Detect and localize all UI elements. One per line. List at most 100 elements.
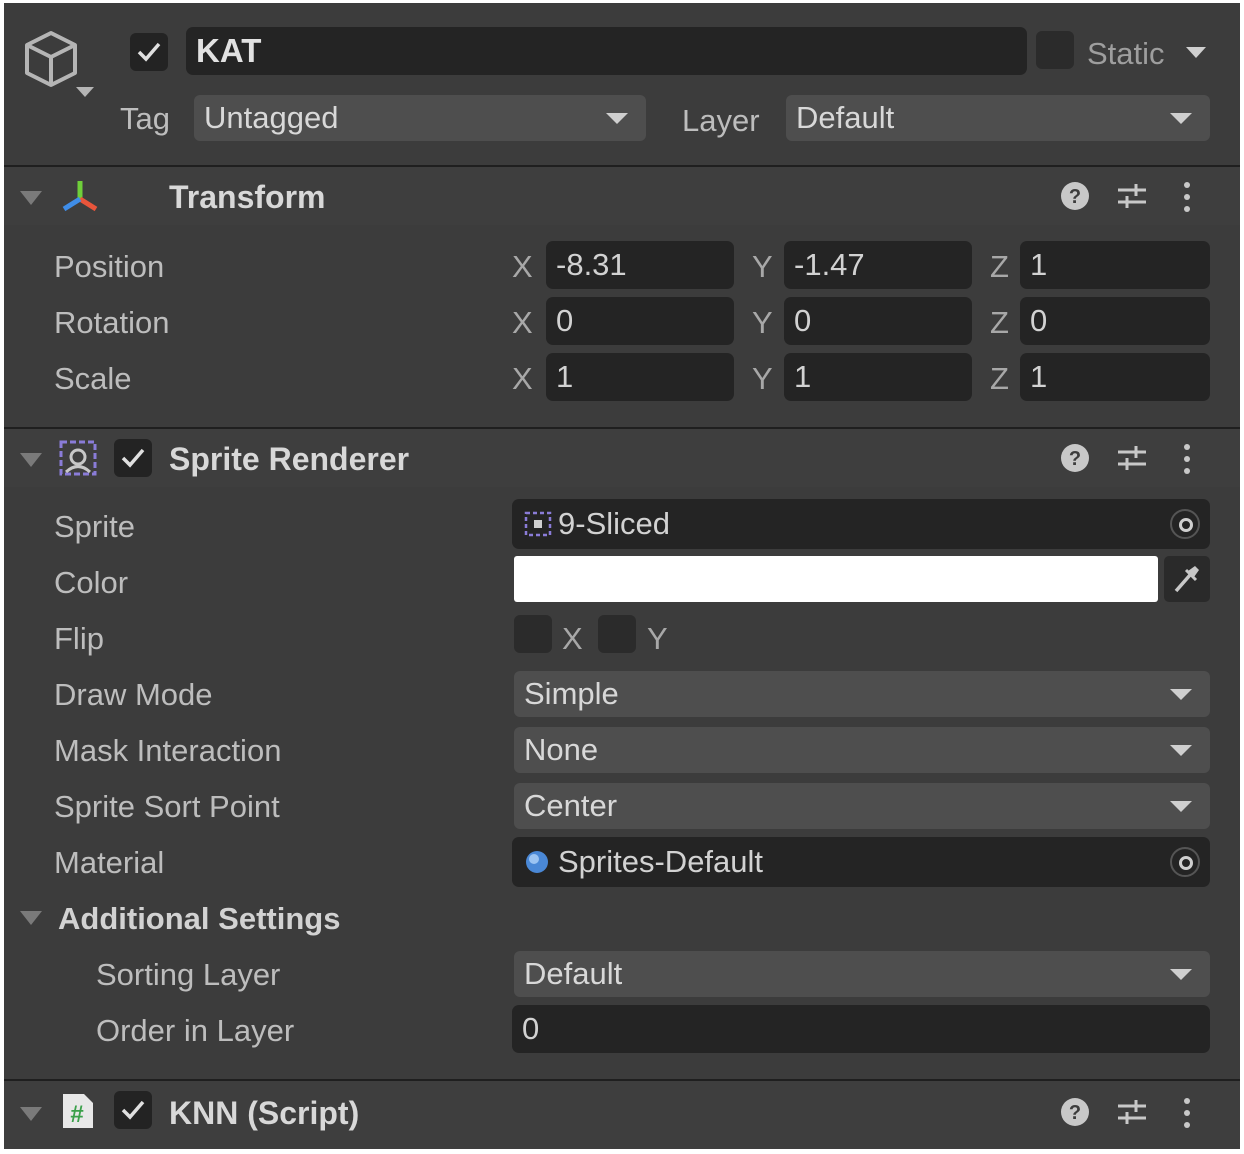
help-icon[interactable]: ?	[1060, 1097, 1090, 1127]
knn-script-header[interactable]: # KNN (Script) ?	[4, 1079, 1240, 1149]
knn-header-icons: ?	[1060, 1095, 1200, 1129]
scale-z-value: 1	[1030, 359, 1048, 394]
position-z-axis[interactable]: Z	[990, 251, 1009, 282]
sorting-layer-label: Sorting Layer	[96, 957, 281, 992]
order-in-layer-label: Order in Layer	[96, 1013, 295, 1048]
name-value: KAT	[196, 32, 262, 69]
sprite-sort-point-label: Sprite Sort Point	[54, 789, 280, 824]
chevron-down-icon	[1170, 113, 1192, 124]
material-sphere-icon	[526, 851, 548, 873]
help-icon[interactable]: ?	[1060, 443, 1090, 473]
color-swatch[interactable]	[514, 556, 1158, 602]
flip-x-label: X	[562, 621, 583, 656]
cube-icon[interactable]	[22, 29, 84, 91]
rotation-y-value: 0	[794, 303, 812, 338]
layer-label: Layer	[682, 103, 760, 138]
rotation-y-field[interactable]: 0	[784, 297, 972, 345]
scale-z-axis[interactable]: Z	[990, 363, 1009, 394]
order-in-layer-field[interactable]: 0	[512, 1005, 1210, 1053]
flip-y-label: Y	[647, 621, 668, 656]
draw-mode-value: Simple	[524, 676, 619, 711]
transform-header[interactable]: Transform ?	[4, 165, 1240, 225]
material-field[interactable]: Sprites-Default	[512, 837, 1210, 887]
static-dropdown-caret[interactable]	[1186, 47, 1206, 58]
inspector-panel: KAT Static Tag Untagged Layer Default Tr…	[4, 3, 1240, 1149]
position-y-value: -1.47	[794, 247, 865, 282]
object-picker-icon[interactable]	[1170, 509, 1200, 539]
eyedropper-button[interactable]	[1164, 556, 1210, 602]
rotation-x-field[interactable]: 0	[546, 297, 734, 345]
position-z-field[interactable]: 1	[1020, 241, 1210, 289]
svg-text:?: ?	[1069, 186, 1081, 208]
material-value: Sprites-Default	[558, 844, 764, 879]
draw-mode-dropdown[interactable]: Simple	[514, 671, 1210, 717]
scale-x-axis[interactable]: X	[512, 363, 533, 394]
sprite-label: Sprite	[54, 509, 135, 544]
scale-x-field[interactable]: 1	[546, 353, 734, 401]
sprite-renderer-header[interactable]: Sprite Renderer ?	[4, 427, 1240, 487]
flip-x-checkbox[interactable]	[514, 615, 552, 653]
mask-interaction-dropdown[interactable]: None	[514, 727, 1210, 773]
position-x-field[interactable]: -8.31	[546, 241, 734, 289]
help-icon[interactable]: ?	[1060, 181, 1090, 211]
scale-y-axis[interactable]: Y	[752, 363, 773, 394]
knn-enabled-checkbox[interactable]	[114, 1091, 152, 1129]
chevron-down-icon	[1170, 969, 1192, 980]
name-field[interactable]: KAT	[186, 27, 1027, 75]
mask-interaction-value: None	[524, 732, 599, 767]
material-label: Material	[54, 845, 165, 880]
presets-icon[interactable]	[1116, 443, 1148, 473]
knn-script-title: KNN (Script)	[169, 1095, 360, 1131]
rotation-z-axis[interactable]: Z	[990, 307, 1009, 338]
scale-z-field[interactable]: 1	[1020, 353, 1210, 401]
position-label: Position	[54, 249, 165, 284]
foldout-arrow-icon[interactable]	[20, 453, 42, 467]
static-label[interactable]: Static	[1087, 38, 1165, 69]
foldout-arrow-icon[interactable]	[20, 191, 42, 205]
static-checkbox[interactable]	[1036, 31, 1074, 69]
position-y-field[interactable]: -1.47	[784, 241, 972, 289]
sprite-field[interactable]: 9-Sliced	[512, 499, 1210, 549]
scale-x-value: 1	[556, 359, 574, 394]
kebab-menu-icon[interactable]	[1182, 443, 1192, 475]
scale-y-value: 1	[794, 359, 812, 394]
flip-label: Flip	[54, 621, 104, 656]
svg-text:?: ?	[1069, 448, 1081, 470]
rotation-z-field[interactable]: 0	[1020, 297, 1210, 345]
foldout-arrow-icon[interactable]	[20, 1107, 42, 1121]
active-checkbox[interactable]	[130, 33, 168, 71]
layer-value: Default	[796, 100, 895, 135]
layer-dropdown[interactable]: Default	[786, 95, 1210, 141]
position-x-axis[interactable]: X	[512, 251, 533, 282]
rotation-z-value: 0	[1030, 303, 1048, 338]
color-label: Color	[54, 565, 129, 600]
tag-dropdown[interactable]: Untagged	[194, 95, 646, 141]
icon-dropdown-caret[interactable]	[76, 87, 94, 97]
additional-settings-foldout-icon[interactable]	[20, 911, 42, 925]
rotation-y-axis[interactable]: Y	[752, 307, 773, 338]
mask-interaction-label: Mask Interaction	[54, 733, 282, 768]
sprite-renderer-title: Sprite Renderer	[169, 441, 410, 477]
sprite-sort-point-value: Center	[524, 788, 618, 823]
sprite-renderer-enabled-checkbox[interactable]	[114, 439, 152, 477]
sprite-renderer-icon	[59, 440, 97, 476]
presets-icon[interactable]	[1116, 181, 1148, 211]
additional-settings-label[interactable]: Additional Settings	[58, 903, 340, 934]
chevron-down-icon	[1170, 745, 1192, 756]
chevron-down-icon	[1170, 801, 1192, 812]
kebab-menu-icon[interactable]	[1182, 181, 1192, 213]
sprite-sort-point-dropdown[interactable]: Center	[514, 783, 1210, 829]
svg-text:?: ?	[1069, 1102, 1081, 1124]
presets-icon[interactable]	[1116, 1097, 1148, 1127]
sprite-asset-icon	[524, 511, 552, 537]
sorting-layer-dropdown[interactable]: Default	[514, 951, 1210, 997]
transform-axes-icon	[62, 181, 98, 212]
rotation-x-axis[interactable]: X	[512, 307, 533, 338]
kebab-menu-icon[interactable]	[1182, 1097, 1192, 1129]
position-y-axis[interactable]: Y	[752, 251, 773, 282]
checkmark-icon	[121, 448, 145, 468]
scale-y-field[interactable]: 1	[784, 353, 972, 401]
flip-y-checkbox[interactable]	[598, 615, 636, 653]
object-picker-icon[interactable]	[1170, 847, 1200, 877]
tag-value: Untagged	[204, 100, 339, 135]
